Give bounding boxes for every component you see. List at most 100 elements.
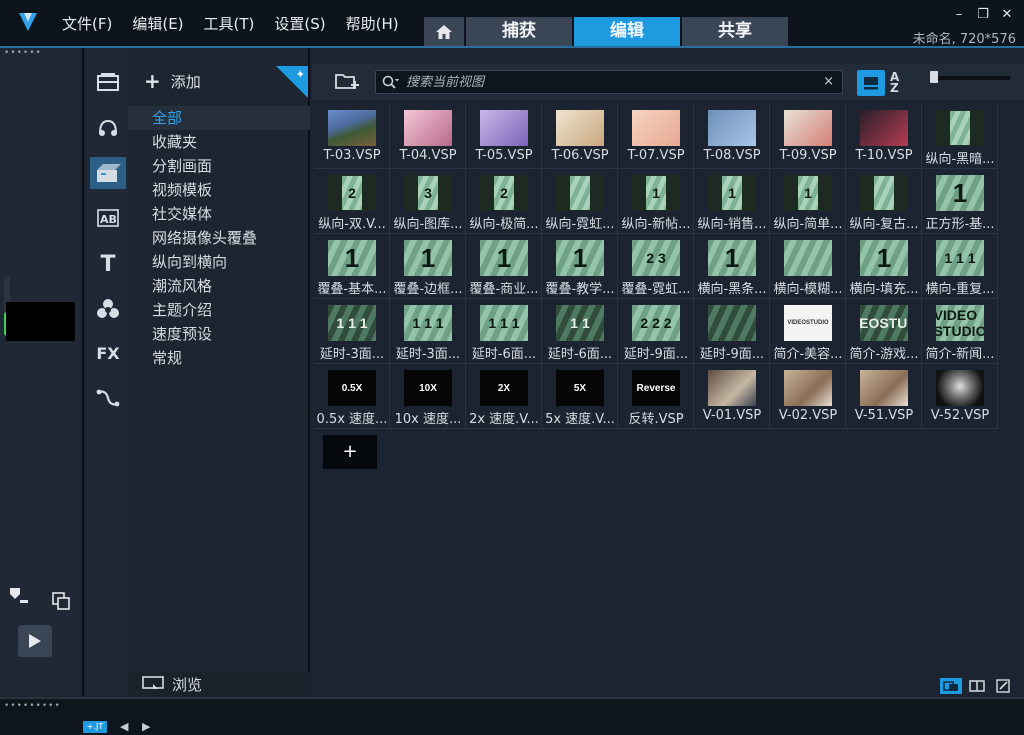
library-item[interactable]: V-02.VSP <box>770 364 846 429</box>
scroll-left-icon[interactable]: ◀ <box>120 720 128 733</box>
menu-item-2[interactable]: 工具(T) <box>194 0 265 48</box>
library-item[interactable]: T-07.VSP <box>618 104 694 169</box>
filter-icon[interactable]: FX <box>90 337 126 369</box>
view-mode-button[interactable] <box>857 70 885 96</box>
category-item[interactable]: 潮流风格 <box>128 274 310 298</box>
menu-item-3[interactable]: 设置(S) <box>264 0 335 48</box>
library-item[interactable]: T-06.VSP <box>542 104 618 169</box>
mark-in-icon[interactable] <box>8 586 30 608</box>
library-item[interactable]: T-10.VSP <box>846 104 922 169</box>
tab-share[interactable]: 共享 <box>682 17 788 46</box>
search-box[interactable]: × <box>375 70 843 94</box>
clip-mode-icon[interactable] <box>52 592 70 610</box>
library-item[interactable]: 1 1 1 延时-3面... <box>314 299 390 364</box>
pin-icon[interactable]: ✦ <box>296 68 305 81</box>
library-item[interactable]: VIDEOSTUDIO 简介-美容... <box>770 299 846 364</box>
show-thumbnails-icon[interactable] <box>940 678 962 694</box>
library-item[interactable]: 1 1 1 延时-6面... <box>466 299 542 364</box>
library-item[interactable]: 纵向-黑暗... <box>922 104 998 169</box>
category-item[interactable]: 全部 <box>128 106 310 130</box>
category-item[interactable]: 常规 <box>128 346 310 370</box>
library-item[interactable]: 1 纵向-简单... <box>770 169 846 234</box>
timeline-grip[interactable]: ••••••••• <box>4 701 61 711</box>
library-item[interactable]: 1 横向-填充... <box>846 234 922 299</box>
library-item[interactable]: 1 覆叠-边框... <box>390 234 466 299</box>
library-item[interactable]: 延时-9面... <box>694 299 770 364</box>
library-item[interactable]: 1 纵向-销售... <box>694 169 770 234</box>
library-item[interactable]: T-04.VSP <box>390 104 466 169</box>
close-icon[interactable]: ✕ <box>998 8 1016 22</box>
library-item[interactable]: 1 覆叠-商业... <box>466 234 542 299</box>
scroll-right-icon[interactable]: ▶ <box>142 720 150 733</box>
library-item[interactable]: 纵向-霓虹... <box>542 169 618 234</box>
library-item[interactable]: T-09.VSP <box>770 104 846 169</box>
menu-item-4[interactable]: 帮助(H) <box>336 0 409 48</box>
library-item[interactable]: 1 覆叠-基本... <box>314 234 390 299</box>
category-item[interactable]: 纵向到横向 <box>128 250 310 274</box>
library-item[interactable]: 1 横向-黑条... <box>694 234 770 299</box>
library-item[interactable]: T-08.VSP <box>694 104 770 169</box>
library-item[interactable]: V-52.VSP <box>922 364 998 429</box>
library-item[interactable]: 1 1 1 横向-重复... <box>922 234 998 299</box>
category-item[interactable]: 网络摄像头覆叠 <box>128 226 310 250</box>
library-item[interactable]: 1 1 延时-6面... <box>542 299 618 364</box>
search-input[interactable] <box>406 73 806 91</box>
menu-item-1[interactable]: 编辑(E) <box>122 0 193 48</box>
library-item[interactable]: 2X 2x 速度.V... <box>466 364 542 429</box>
title-icon[interactable]: T <box>90 248 126 280</box>
library-item[interactable]: 2 纵向-双.V... <box>314 169 390 234</box>
library-item[interactable]: 3 纵向-图库... <box>390 169 466 234</box>
minimize-icon[interactable]: – <box>950 8 968 22</box>
library-item[interactable]: Reverse 反转.VSP <box>618 364 694 429</box>
path-icon[interactable] <box>90 382 126 414</box>
options-panel-icon[interactable] <box>966 678 988 694</box>
library-item[interactable]: T-05.VSP <box>466 104 542 169</box>
menu-item-0[interactable]: 文件(F) <box>52 0 122 48</box>
edit-icon[interactable] <box>992 678 1014 694</box>
media-icon[interactable] <box>90 66 126 98</box>
category-item[interactable]: 收藏夹 <box>128 130 310 154</box>
panel-grip[interactable]: •••••• <box>0 48 82 58</box>
graphic-icon[interactable] <box>90 293 126 325</box>
search-icon[interactable] <box>382 75 400 91</box>
category-item[interactable]: 分割画面 <box>128 154 310 178</box>
library-item[interactable]: 横向-模糊... <box>770 234 846 299</box>
library-item[interactable]: 2 2 2 延时-9面... <box>618 299 694 364</box>
library-item[interactable]: VIDEOSTUDIO 简介-游戏... <box>846 299 922 364</box>
browse-button[interactable]: 浏览 <box>128 672 310 696</box>
category-item[interactable]: 主题介绍 <box>128 298 310 322</box>
library-item[interactable]: V-51.VSP <box>846 364 922 429</box>
track-manager-button[interactable]: +.JT <box>83 721 107 733</box>
category-item[interactable]: 视频模板 <box>128 178 310 202</box>
tab-edit[interactable]: 编辑 <box>574 17 680 46</box>
thumbnail-size-slider[interactable] <box>930 71 1010 83</box>
sort-icon[interactable]: AZ <box>890 71 912 94</box>
library-item[interactable]: 1 正方形-基... <box>922 169 998 234</box>
library-item[interactable]: 1 1 1 延时-3面... <box>390 299 466 364</box>
category-item[interactable]: 社交媒体 <box>128 202 310 226</box>
library-item[interactable]: T-03.VSP <box>314 104 390 169</box>
audio-icon[interactable] <box>90 112 126 144</box>
library-item[interactable]: 1 纵向-新帖... <box>618 169 694 234</box>
library-item[interactable]: 1 覆叠-教学... <box>542 234 618 299</box>
library-item[interactable]: 0.5X 0.5x 速度... <box>314 364 390 429</box>
library-item[interactable]: 2 纵向-极简... <box>466 169 542 234</box>
library-item[interactable]: VIDEO STUDIO 简介-新闻... <box>922 299 998 364</box>
instant-project-icon[interactable] <box>90 157 126 189</box>
clear-search-icon[interactable]: × <box>823 74 834 89</box>
import-folder-icon[interactable] <box>334 70 360 94</box>
tab-capture[interactable]: 捕获 <box>466 17 572 46</box>
home-button[interactable] <box>424 17 464 46</box>
category-item[interactable]: 速度预设 <box>128 322 310 346</box>
library-item[interactable]: 10X 10x 速度... <box>390 364 466 429</box>
library-item-label: 延时-3面... <box>319 347 385 362</box>
add-template-button[interactable]: + <box>323 435 377 469</box>
restore-icon[interactable]: ❐ <box>974 8 992 22</box>
transition-icon[interactable]: AB <box>90 202 126 234</box>
library-item[interactable]: 纵向-复古... <box>846 169 922 234</box>
library-item[interactable]: 2 3 覆叠-霓虹... <box>618 234 694 299</box>
library-item[interactable]: V-01.VSP <box>694 364 770 429</box>
slider-thumb[interactable] <box>930 71 938 83</box>
play-button[interactable] <box>18 625 52 657</box>
library-item[interactable]: 5X 5x 速度.V... <box>542 364 618 429</box>
